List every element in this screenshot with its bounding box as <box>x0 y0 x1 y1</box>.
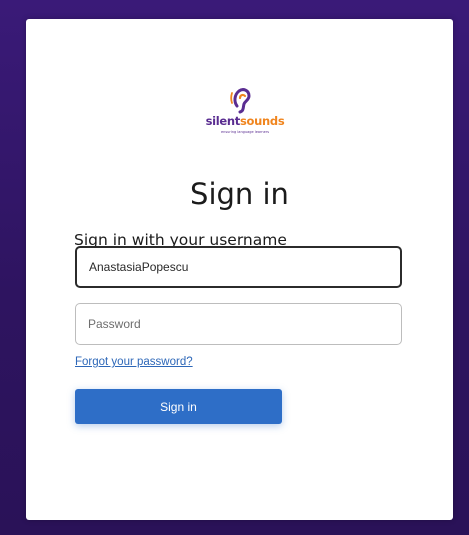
silentsounds-logo: silentsounds ensuring language learners <box>200 84 290 154</box>
ear-icon <box>230 88 251 114</box>
logo-word-silent: silent <box>205 114 241 128</box>
logo-tagline: ensuring language learners <box>220 130 270 134</box>
forgot-password-link[interactable]: Forgot your password? <box>75 356 193 368</box>
page-title: Sign in <box>190 177 289 211</box>
logo-word-sounds: sounds <box>240 114 285 128</box>
logo-wordmark: silentsounds <box>200 114 290 128</box>
password-input[interactable] <box>75 303 402 345</box>
signin-card: silentsounds ensuring language learners … <box>26 19 453 520</box>
signin-button[interactable]: Sign in <box>75 389 282 424</box>
username-input[interactable] <box>75 246 402 288</box>
